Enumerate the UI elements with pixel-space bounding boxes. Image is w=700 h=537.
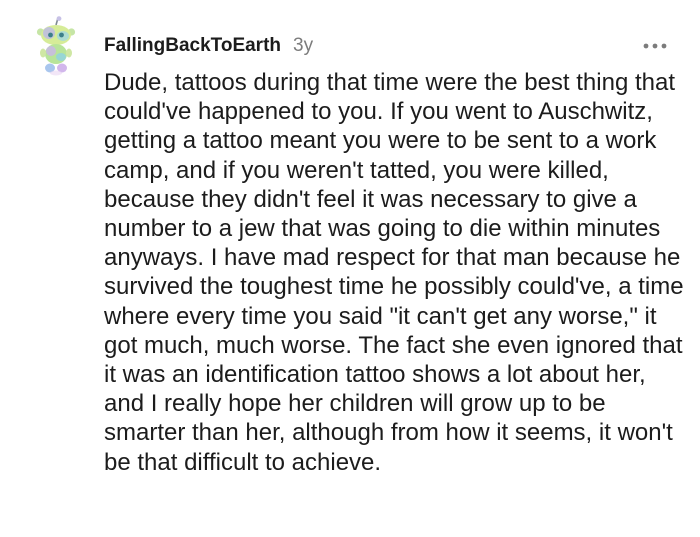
more-options-icon[interactable] bbox=[640, 36, 670, 56]
comment-header: FallingBackToEarth 3y bbox=[104, 34, 313, 58]
comment-age: 3y bbox=[293, 35, 314, 56]
username-link[interactable]: FallingBackToEarth bbox=[104, 35, 281, 57]
comment-body: Dude, tattoos during that time were the … bbox=[104, 69, 684, 476]
user-avatar-icon[interactable] bbox=[34, 16, 78, 76]
comment: FallingBackToEarth 3y Dude, tattoos duri… bbox=[0, 0, 700, 537]
